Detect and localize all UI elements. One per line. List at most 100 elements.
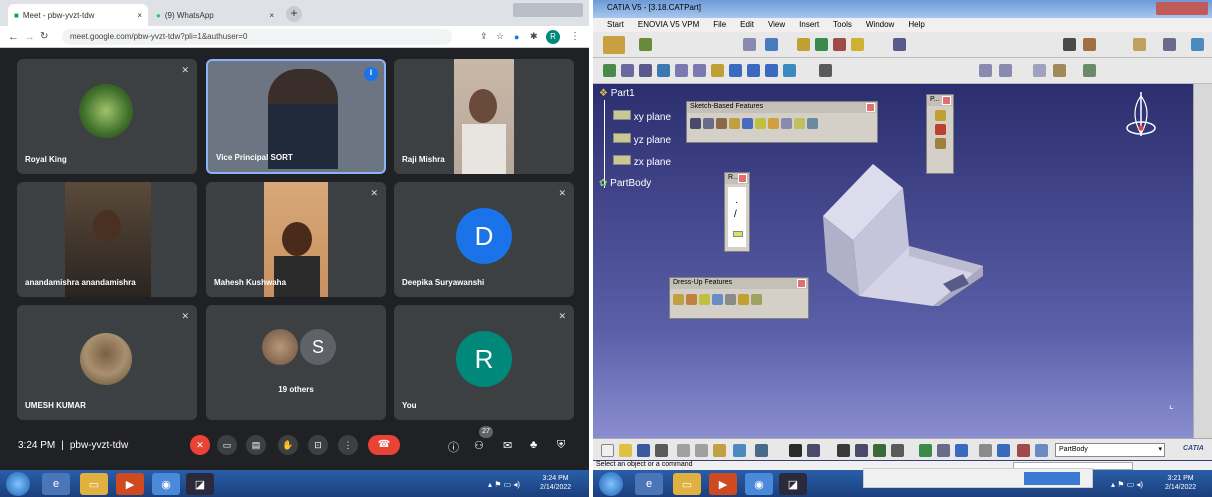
swap-visible-icon[interactable] [783,64,796,77]
window-controls[interactable] [513,3,583,17]
fly-icon[interactable] [603,64,616,77]
zoom-out-icon[interactable] [693,64,706,77]
hide-show-icon[interactable] [765,64,778,77]
close-icon[interactable] [866,103,875,112]
tool-icon[interactable] [807,444,820,457]
views-icon[interactable] [729,64,742,77]
pad-icon[interactable] [690,118,701,129]
participant-tile[interactable]: ✕ Royal King [17,59,197,174]
tool-icon[interactable] [1083,38,1096,51]
reload-icon[interactable]: ↻ [40,31,48,42]
participant-tile[interactable]: D ✕ Deepika Suryawanshi [394,182,574,297]
pan-icon[interactable] [639,64,652,77]
menu-window[interactable]: Window [866,20,894,32]
popup-button[interactable] [1024,472,1080,485]
captions-button[interactable]: ▤ [246,435,266,455]
media-icon[interactable]: ▶ [709,473,737,495]
tool-icon[interactable] [979,444,992,457]
chrome-icon[interactable]: ◉ [152,473,180,495]
tool-icon[interactable] [837,444,850,457]
tool-icon[interactable] [1053,64,1066,77]
close-icon[interactable] [942,96,951,105]
tool-icon[interactable] [1033,64,1046,77]
media-icon[interactable]: ▶ [116,473,144,495]
hole-icon[interactable] [742,118,753,129]
line-icon[interactable]: / [734,209,737,220]
shaft-icon[interactable] [716,118,727,129]
tab-whatsapp[interactable]: ● (9) WhatsApp × [150,4,280,26]
tool-icon[interactable] [955,444,968,457]
menu-help[interactable]: Help [908,20,924,32]
folder-icon[interactable]: ▭ [80,473,108,495]
formula-icon[interactable] [789,444,802,457]
partbody-select[interactable]: PartBody ▾ [1055,443,1165,457]
tab-meet[interactable]: ■ Meet - pbw-yvzt-tdw × [8,4,148,26]
clock[interactable]: 3:24 PM 2/14/2022 [540,474,571,492]
tree-item-partbody[interactable]: ✿ PartBody [599,178,651,189]
tool-icon[interactable] [639,38,652,51]
tool-icon[interactable] [937,444,950,457]
tool-icon[interactable] [919,444,932,457]
tool-icon[interactable] [997,444,1010,457]
point-icon[interactable]: · [735,197,738,208]
menu-icon[interactable]: ⋮ [570,31,580,42]
camera-toggle-button[interactable]: ▭ [217,435,237,455]
extension-icon[interactable]: ● [514,32,519,42]
start-button[interactable] [599,472,623,496]
tree-root[interactable]: ❖ Part1 [599,88,635,99]
start-button[interactable] [6,472,30,496]
tool-icon[interactable] [815,38,828,51]
thread-icon[interactable] [738,294,749,305]
menu-file[interactable]: File [713,20,726,32]
participant-tile-active[interactable]: ‖ Vice Principal SORT [206,59,386,174]
avatar[interactable]: R [546,29,560,44]
tool-icon[interactable] [999,64,1012,77]
close-icon[interactable]: × [137,11,142,20]
tool-icon[interactable] [833,38,846,51]
remove-loft-icon[interactable] [807,118,818,129]
window-controls[interactable] [1156,2,1208,15]
tool-icon[interactable] [893,38,906,51]
clock[interactable]: 3:21 PM 2/14/2022 [1165,474,1196,492]
tool-icon[interactable] [873,444,886,457]
tool-icon[interactable] [1133,38,1146,51]
tree-item-zx[interactable]: zx plane [613,155,671,168]
tool-icon[interactable] [1063,38,1076,51]
fillet-icon[interactable] [673,294,684,305]
draft-icon[interactable] [699,294,710,305]
share-icon[interactable]: ⇪ [480,31,488,42]
close-icon[interactable] [738,174,747,183]
tool-icon[interactable] [855,444,868,457]
print-icon[interactable] [655,444,668,457]
undo-icon[interactable] [733,444,746,457]
notification-popup[interactable] [863,468,1093,488]
tool-icon[interactable] [1163,38,1176,51]
participant-tile[interactable]: ✕ Mahesh Kushwaha [206,182,386,297]
normal-view-icon[interactable] [711,64,724,77]
raise-hand-button[interactable]: ✋ [278,435,298,455]
forward-icon[interactable]: → [24,31,35,43]
url-field[interactable]: meet.google.com/pbw-yvzt-tdw?pli=1&authu… [62,29,452,45]
info-icon[interactable]: ⓘ [448,439,459,455]
tray-icons[interactable]: ▴ ⚑ ▭ ◂) [1111,480,1143,489]
cut-icon[interactable] [677,444,690,457]
ie-icon[interactable]: e [42,473,70,495]
host-controls-icon[interactable]: ⛨ [557,439,565,452]
tool-icon[interactable] [934,110,946,121]
plane-icon[interactable] [733,231,743,237]
tool-icon[interactable] [797,38,810,51]
render-style-icon[interactable] [747,64,760,77]
tool-icon[interactable] [1017,444,1030,457]
tool-icon[interactable] [851,38,864,51]
close-icon[interactable]: × [269,11,274,20]
pocket-icon[interactable] [703,118,714,129]
tool-icon[interactable] [934,138,946,149]
shell-icon[interactable] [712,294,723,305]
new-icon[interactable] [601,444,614,457]
tool-icon[interactable] [743,38,756,51]
tool-icon[interactable] [891,444,904,457]
back-icon[interactable]: ← [8,31,19,43]
tool-icon[interactable] [1035,444,1048,457]
tool-icon[interactable] [1191,38,1204,51]
app-icon[interactable]: ◪ [186,473,214,495]
